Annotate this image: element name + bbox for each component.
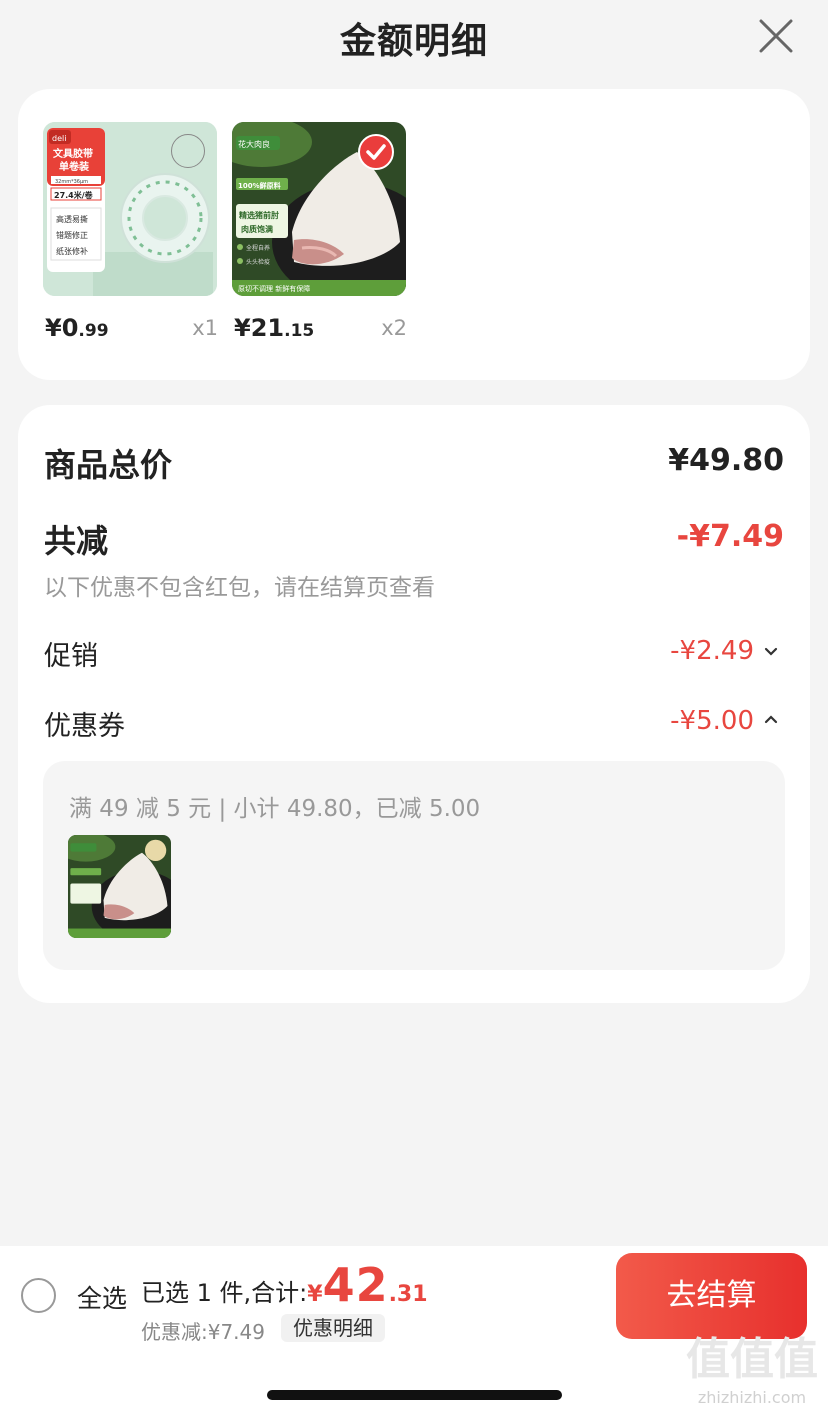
close-icon[interactable] — [758, 18, 794, 54]
promotion-label[interactable]: 促销 — [44, 634, 98, 673]
product-item-tape[interactable]: deli 文具胶带 单卷装 32mm*36μm 27.4米/卷 高透易撕 错题修… — [43, 122, 218, 342]
total-price-integer: 42 — [322, 1258, 389, 1312]
checkout-button[interactable]: 去结算 — [616, 1253, 807, 1339]
coupon-label[interactable]: 优惠券 — [44, 704, 125, 743]
price-integer: ¥21 — [234, 314, 285, 342]
tape-length: 27.4米/卷 — [54, 190, 94, 200]
header: 金额明细 — [0, 0, 828, 80]
pork-badge-1: 全程自养 — [246, 244, 270, 252]
pork-product-image — [68, 835, 171, 938]
coupon-detail-box: 满 49 减 5 元 | 小计 49.80，已减 5.00 — [43, 761, 785, 970]
watermark-url: zhizhizhi.com — [697, 1388, 807, 1407]
discount-hint: 以下优惠不包含红包，请在结算页查看 — [44, 575, 435, 601]
coupon-description: 满 49 减 5 元 | 小计 49.80，已减 5.00 — [69, 796, 481, 822]
pork-tag: 100%鲜原料 — [238, 181, 281, 190]
coupon-value[interactable]: -¥5.00 — [670, 706, 754, 736]
coupon-product-thumbnail[interactable] — [68, 835, 171, 938]
products-card: deli 文具胶带 单卷装 32mm*36μm 27.4米/卷 高透易撕 错题修… — [18, 89, 810, 380]
price-summary-card: 商品总价 ¥49.80 共减 -¥7.49 以下优惠不包含红包，请在结算页查看 … — [18, 405, 810, 1003]
discount-detail-button[interactable]: 优惠明细 — [281, 1314, 385, 1342]
price-decimal: .99 — [78, 321, 109, 341]
product-selected-check[interactable] — [358, 134, 394, 170]
select-all-label[interactable]: 全选 — [77, 1279, 127, 1315]
total-reduction-value: -¥7.49 — [676, 519, 784, 554]
price-decimal: .15 — [284, 321, 315, 341]
promotion-value[interactable]: -¥2.49 — [670, 636, 754, 666]
tape-spec: 32mm*36μm — [55, 179, 88, 185]
chevron-down-icon[interactable] — [762, 642, 780, 660]
page-title: 金额明细 — [339, 21, 488, 62]
chevron-up-icon[interactable] — [762, 710, 780, 728]
tape-feature-1: 高透易撕 — [56, 214, 88, 224]
total-currency: ¥ — [307, 1282, 323, 1307]
tape-brand: deli — [52, 134, 66, 143]
goods-total-value: ¥49.80 — [668, 443, 784, 478]
tape-feature-3: 纸张修补 — [56, 246, 88, 256]
product-item-pork[interactable]: 花大肉良 100%鲜原料 精选猪前肘 肉质饱满 全程自养 头头检疫 原切不调理 … — [232, 122, 407, 342]
pork-brand: 花大肉良 — [238, 139, 270, 149]
goods-total-label: 商品总价 — [44, 446, 173, 484]
product-price: ¥0.99 — [45, 314, 109, 342]
discount-amount: 优惠减:¥7.49 — [141, 1320, 265, 1344]
tape-feature-2: 错题修正 — [56, 230, 88, 240]
watermark: 值值值 zhizhizhi.com — [686, 1334, 818, 1408]
total-price-decimal: .31 — [388, 1282, 428, 1307]
product-quantity: x1 — [192, 316, 218, 340]
product-thumbnail-tape[interactable]: deli 文具胶带 单卷装 32mm*36μm 27.4米/卷 高透易撕 错题修… — [43, 122, 217, 296]
total-reduction-label: 共减 — [44, 522, 109, 560]
selected-count-text: 已选 1 件,合计: — [141, 1279, 308, 1307]
select-all-checkbox[interactable] — [21, 1278, 56, 1313]
tape-title-line-1: 文具胶带 — [53, 147, 93, 160]
pork-footer: 原切不调理 新鲜有保障 — [238, 284, 310, 293]
selected-total: 已选 1 件,合计:¥42.31 — [141, 1258, 428, 1312]
watermark-logo: 值值值 — [686, 1334, 818, 1385]
price-integer: ¥0 — [45, 314, 79, 342]
pork-badge-2: 头头检疫 — [246, 258, 270, 266]
product-select-circle[interactable] — [171, 134, 205, 168]
home-indicator[interactable] — [267, 1390, 562, 1400]
tape-title-line-2: 单卷装 — [59, 160, 89, 173]
product-quantity: x2 — [381, 316, 407, 340]
checkmark-icon — [366, 144, 386, 160]
pork-title-line-1: 精选猪前肘 — [239, 210, 279, 220]
product-price: ¥21.15 — [234, 314, 314, 342]
product-thumbnail-pork[interactable]: 花大肉良 100%鲜原料 精选猪前肘 肉质饱满 全程自养 头头检疫 原切不调理 … — [232, 122, 406, 296]
pork-title-line-2: 肉质饱满 — [241, 224, 273, 234]
